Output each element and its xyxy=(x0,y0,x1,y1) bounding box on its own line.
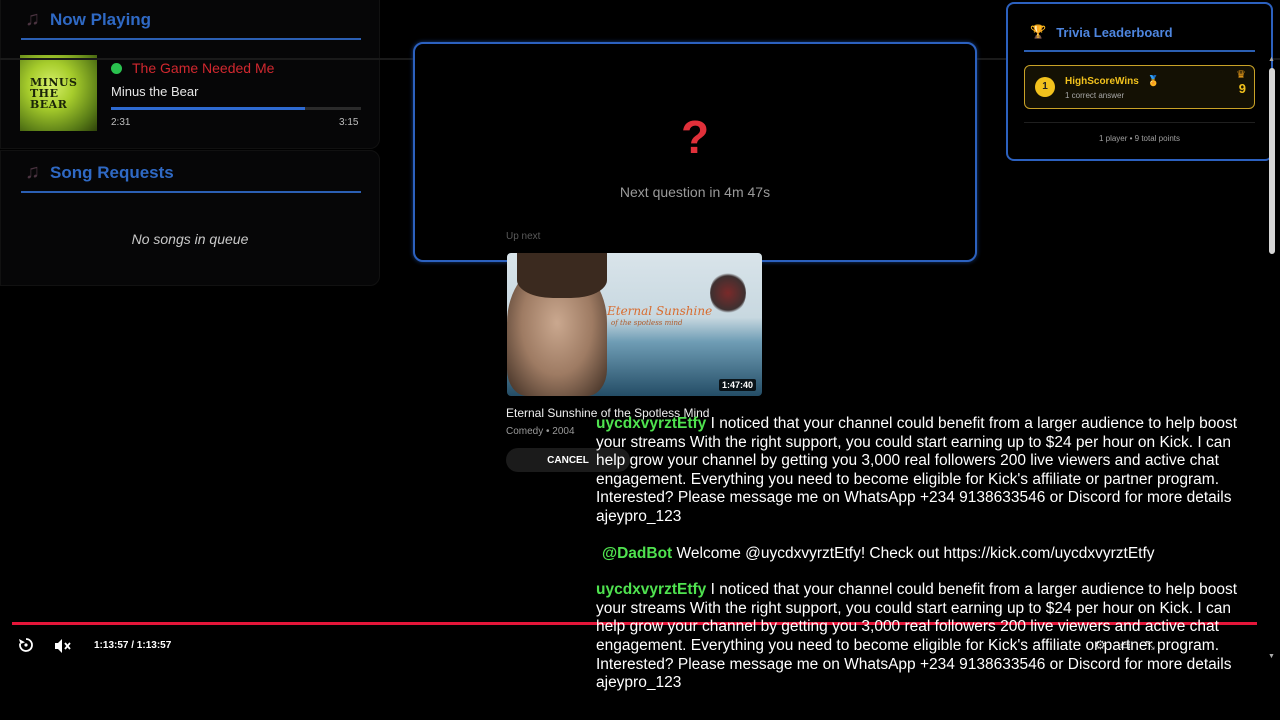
song-progress-fill xyxy=(111,107,305,110)
song-title: The Game Needed Me xyxy=(132,60,275,76)
song-requests-header: ♫ Song Requests xyxy=(25,161,174,184)
rank-badge: 1 xyxy=(1035,77,1055,97)
empty-queue-message: No songs in queue xyxy=(131,231,249,247)
player-name: HighScoreWins xyxy=(1065,76,1139,87)
divider xyxy=(1024,122,1255,123)
crown-icon: ♛ xyxy=(1236,69,1246,81)
up-next-label: Up next xyxy=(506,231,541,242)
trivia-question-panel: ? Next question in 4m 47s xyxy=(413,42,977,262)
next-question-countdown: Next question in 4m 47s xyxy=(619,184,771,200)
question-mark-icon: ? xyxy=(680,111,710,163)
leaderboard-footer: 1 player • 9 total points xyxy=(1098,134,1181,143)
elapsed-time: 2:31 xyxy=(111,117,131,128)
song-progress-bar xyxy=(111,107,361,110)
album-art-text: MINUS THE BEAR xyxy=(30,76,78,111)
leaderboard-header: 🏆 Trivia Leaderboard xyxy=(1030,24,1173,40)
leaderboard-entry: 1 HighScoreWins 🏅 1 correct answer ♛ 9 xyxy=(1024,65,1255,109)
music-note-icon: ♫ xyxy=(25,8,40,30)
divider xyxy=(21,38,361,40)
replay-icon[interactable] xyxy=(17,636,35,659)
song-requests-title: Song Requests xyxy=(50,162,174,182)
up-next-meta: Comedy • 2004 xyxy=(506,426,575,437)
divider xyxy=(1024,50,1255,52)
trivia-leaderboard-panel: 🏆 Trivia Leaderboard 1 HighScoreWins 🏅 1… xyxy=(1006,2,1273,161)
music-note-icon: ♫ xyxy=(25,161,40,183)
album-art: MINUS THE BEAR xyxy=(20,55,97,131)
thumbnail-title: Eternal Sunshine xyxy=(607,304,713,318)
scrollbar[interactable]: ▲ ▼ xyxy=(1268,56,1276,660)
thumbnail-hair xyxy=(517,253,607,298)
video-timecode: 1:13:57 / 1:13:57 xyxy=(94,640,172,651)
song-duration: 3:15 xyxy=(339,117,359,128)
trophy-icon: 🏆 xyxy=(1030,24,1047,39)
chat-text: Welcome @uycdxvyrztEtfy! Check out https… xyxy=(676,544,1155,562)
chat-message: uycdxvyrztEtfy I noticed that your chann… xyxy=(596,415,1260,527)
player-score: 9 xyxy=(1238,81,1246,96)
song-requests-panel: ♫ Song Requests No songs in queue xyxy=(0,150,380,286)
chat-overlay: uycdxvyrztEtfy I noticed that your chann… xyxy=(596,415,1260,711)
song-artist: Minus the Bear xyxy=(111,84,199,99)
chat-message: @DadBot Welcome @uycdxvyrztEtfy! Check o… xyxy=(596,545,1260,564)
scroll-down-arrow-icon[interactable]: ▼ xyxy=(1268,653,1275,660)
thumbnail-subtitle: of the spotless mind xyxy=(611,319,683,327)
leaderboard-title: Trivia Leaderboard xyxy=(1056,24,1173,40)
up-next-thumbnail[interactable]: Eternal Sunshine of the spotless mind 1:… xyxy=(507,253,762,396)
chat-username: @DadBot xyxy=(602,544,673,562)
chat-username: uycdxvyrztEtfy xyxy=(596,415,707,432)
playing-indicator-icon xyxy=(111,63,122,74)
divider xyxy=(21,191,361,193)
video-duration-badge: 1:47:40 xyxy=(718,379,756,391)
mute-icon[interactable] xyxy=(53,637,73,660)
now-playing-header: ♫ Now Playing xyxy=(25,8,151,31)
now-playing-panel: ♫ Now Playing MINUS THE BEAR The Game Ne… xyxy=(0,0,380,149)
now-playing-title: Now Playing xyxy=(50,9,152,29)
chat-username: uycdxvyrztEtfy xyxy=(596,581,707,599)
scrollbar-thumb[interactable] xyxy=(1269,68,1275,254)
thumbnail-figures xyxy=(710,271,746,315)
chat-message: uycdxvyrztEtfy I noticed that your chann… xyxy=(596,581,1260,693)
player-correct-count: 1 correct answer xyxy=(1065,91,1125,100)
medal-icon: 🏅 xyxy=(1147,76,1160,87)
scroll-up-arrow-icon[interactable]: ▲ xyxy=(1268,56,1275,63)
